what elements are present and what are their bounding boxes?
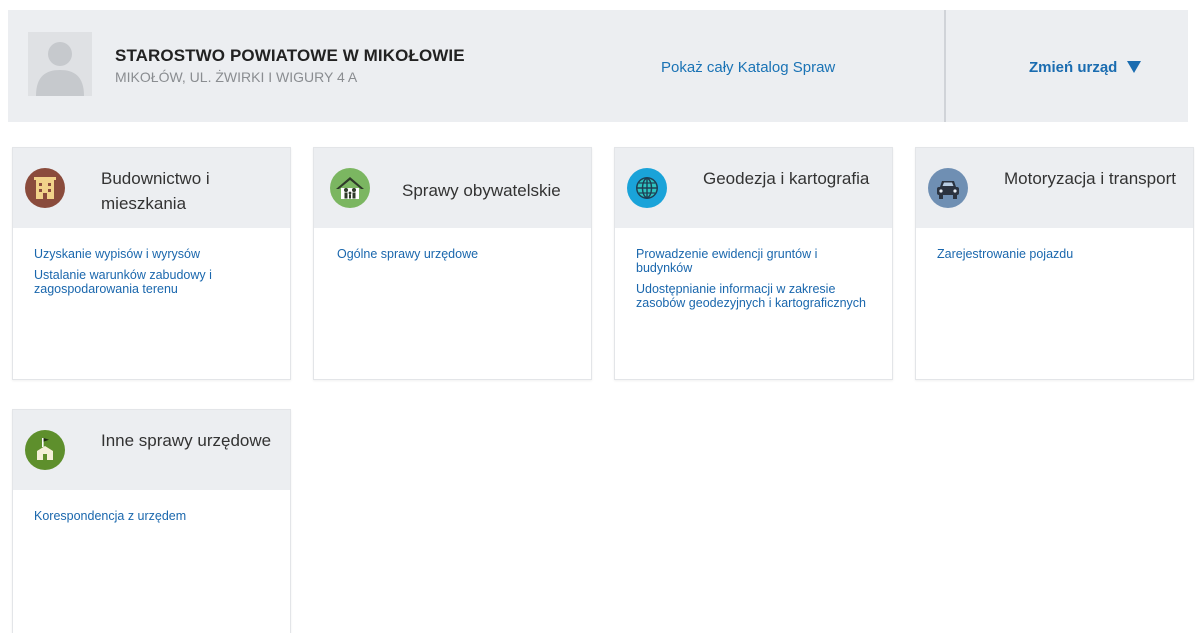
triangle-down-icon (1127, 61, 1142, 73)
category-card-budownictwo: Budownictwo i mieszkania Uzyskanie wypis… (12, 147, 291, 380)
category-link[interactable]: Udostępnianie informacji w zakresie zaso… (636, 282, 870, 310)
category-card-sprawy-obywatelskie: Sprawy obywatelskie Ogólne sprawy urzędo… (313, 147, 592, 380)
category-link[interactable]: Ustalanie warunków zabudowy i zagospodar… (34, 268, 268, 296)
category-title[interactable]: Budownictwo i mieszkania (101, 166, 281, 216)
category-header[interactable]: Inne sprawy urzędowe (13, 410, 290, 490)
family-house-icon (330, 168, 370, 208)
category-links: Zarejestrowanie pojazdu (916, 228, 1193, 261)
category-header[interactable]: Sprawy obywatelskie (314, 148, 591, 228)
category-card-geodezja: Geodezja i kartografia Prowadzenie ewide… (614, 147, 893, 380)
category-links: Korespondencja z urzędem (13, 490, 290, 523)
office-address: MIKOŁÓW, UL. ŻWIRKI I WIGURY 4 A (115, 69, 358, 85)
category-title[interactable]: Motoryzacja i transport (1004, 166, 1184, 191)
category-title[interactable]: Inne sprawy urzędowe (101, 428, 281, 453)
office-flag-icon (25, 430, 65, 470)
category-links: Ogólne sprawy urzędowe (314, 228, 591, 261)
category-header[interactable]: Geodezja i kartografia (615, 148, 892, 228)
category-header[interactable]: Motoryzacja i transport (916, 148, 1193, 228)
show-catalog-link[interactable]: Pokaż cały Katalog Spraw (661, 59, 835, 76)
category-link[interactable]: Prowadzenie ewidencji gruntów i budynków (636, 247, 870, 275)
category-link[interactable]: Zarejestrowanie pojazdu (937, 247, 1171, 261)
category-link[interactable]: Uzyskanie wypisów i wyrysów (34, 247, 268, 261)
category-links: Prowadzenie ewidencji gruntów i budynków… (615, 228, 892, 310)
category-card-inne-sprawy: Inne sprawy urzędowe Korespondencja z ur… (12, 409, 291, 633)
office-name: STAROSTWO POWIATOWE W MIKOŁOWIE (115, 46, 465, 65)
category-card-motoryzacja: Motoryzacja i transport Zarejestrowanie … (915, 147, 1194, 380)
office-avatar (28, 32, 92, 96)
header-divider (944, 10, 946, 122)
category-link[interactable]: Ogólne sprawy urzędowe (337, 247, 569, 261)
category-header[interactable]: Budownictwo i mieszkania (13, 148, 290, 228)
category-links: Uzyskanie wypisów i wyrysów Ustalanie wa… (13, 228, 290, 296)
category-title[interactable]: Sprawy obywatelskie (402, 178, 582, 203)
category-title[interactable]: Geodezja i kartografia (703, 166, 883, 191)
car-icon (928, 168, 968, 208)
change-office-label: Zmień urząd (1029, 59, 1118, 76)
category-link[interactable]: Korespondencja z urzędem (34, 509, 268, 523)
change-office-button[interactable]: Zmień urząd (1029, 59, 1142, 76)
building-icon (25, 168, 65, 208)
globe-icon (627, 168, 667, 208)
office-header: STAROSTWO POWIATOWE W MIKOŁOWIE MIKOŁÓW,… (8, 10, 1188, 122)
user-placeholder-icon (28, 32, 92, 96)
